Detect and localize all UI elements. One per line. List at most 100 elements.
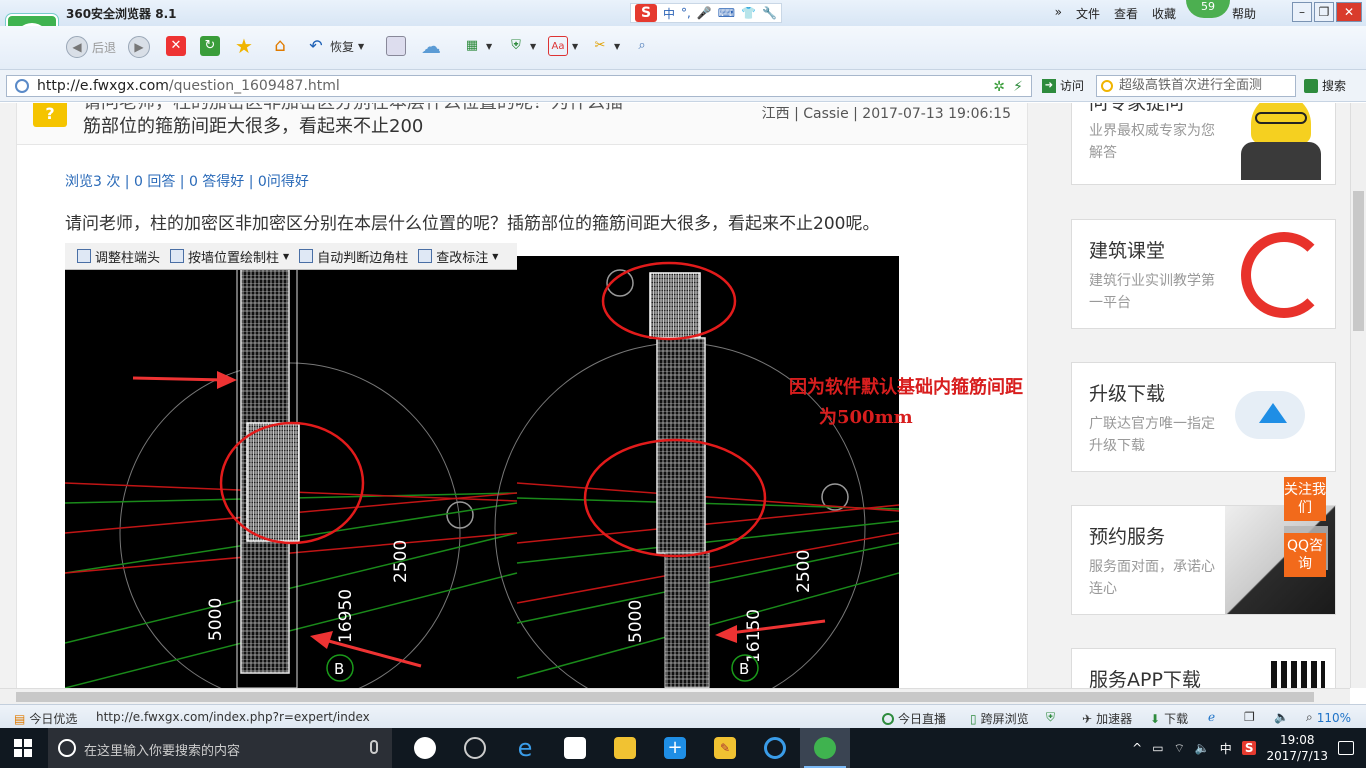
sidebar-card-download[interactable]: 升级下载 广联达官方唯一指定升级下载 [1071, 362, 1336, 472]
visit-label: 访问 [1060, 79, 1085, 93]
wifi-icon[interactable]: ⌔ [1174, 741, 1185, 756]
taskbar-search[interactable]: 在这里输入你要搜索的内容 [48, 728, 392, 768]
sidebar-card-ask-expert[interactable]: 问专家提问 业界最权威专家为您解答 [1071, 103, 1336, 185]
microphone-icon[interactable] [370, 740, 378, 754]
speaker-icon[interactable]: 🔈 [1195, 741, 1210, 755]
ime-toolbar[interactable]: S 中 °, 🎤 ⌨ 👕 🔧 [630, 3, 783, 23]
taskbar-app-explorer[interactable] [600, 728, 650, 768]
cross-screen-button[interactable]: ▯ 跨屏浏览 [970, 710, 1029, 727]
home-button[interactable]: ⌂ [270, 36, 290, 56]
horizontal-scrollbar[interactable] [0, 688, 1350, 704]
ime-mode[interactable]: 中 [663, 5, 675, 22]
reload-address-icon[interactable]: ✲ [993, 77, 1005, 97]
favorite-button[interactable]: ★ [234, 36, 254, 56]
zoom-level[interactable]: ⌕ 110% [1306, 710, 1351, 725]
sidebar-card-course[interactable]: 建筑课堂 建筑行业实训教学第一平台 [1071, 219, 1336, 329]
ie-mode-icon[interactable]: ℯ [1208, 710, 1215, 724]
window-list-icon[interactable]: ❐ [1244, 710, 1255, 724]
question-meta: 江西 | Cassie | 2017-07-13 19:06:15 [762, 103, 1011, 123]
shirt-icon[interactable]: 👕 [741, 6, 756, 20]
cloud-button[interactable]: ☁ [416, 36, 446, 56]
windows-start-icon[interactable] [14, 739, 32, 757]
back-button[interactable]: ◀ 后退 [66, 36, 116, 58]
menu-more-icon[interactable]: » [1055, 5, 1062, 22]
restore-button[interactable]: ❐ [1314, 2, 1334, 22]
volume-icon[interactable]: 🔈 [1274, 710, 1289, 724]
axis-label-right: B [739, 660, 749, 678]
adjust-column-end-tool[interactable]: 调整柱端头 [77, 247, 160, 266]
stop-icon: ✕ [166, 36, 186, 56]
browser-360-icon [814, 737, 836, 759]
live-button[interactable]: 今日直播 [882, 710, 946, 727]
taskbar-app-swirl[interactable] [450, 728, 500, 768]
visit-button[interactable]: ➜ 访问 [1042, 77, 1084, 94]
qr-code-icon [1271, 661, 1325, 688]
status-bar: ▤ 今日优选 http://e.fwxgx.com/index.php?r=exp… [0, 704, 1366, 728]
taskbar-app-g[interactable] [750, 728, 800, 768]
menu-help[interactable]: 帮助 [1232, 5, 1256, 22]
address-row: http://e.fwxgx.com/question_1609487.html… [0, 70, 1366, 102]
tray-expand-icon[interactable]: ^ [1132, 741, 1142, 755]
tray-ime[interactable]: 中 [1220, 740, 1232, 757]
keyboard-icon[interactable]: ⌨ [718, 6, 735, 20]
wrench-icon[interactable]: 🔧 [762, 6, 777, 20]
restore-tab-button[interactable]: ↶ 恢复 ▼ [306, 36, 364, 56]
taskbar-app-store[interactable] [550, 728, 600, 768]
vertical-scrollbar[interactable] [1350, 103, 1366, 688]
speed-mode-icon[interactable]: ⚡ [1013, 77, 1023, 97]
refresh-button[interactable]: ↻ [200, 36, 220, 56]
download-button[interactable]: ⬇ 下载 [1150, 710, 1188, 727]
microphone-icon[interactable]: 🎤 [697, 6, 712, 20]
ime-punct[interactable]: °, [681, 6, 691, 20]
card-desc: 建筑行业实训教学第一平台 [1089, 273, 1215, 311]
stop-button[interactable]: ✕ [166, 36, 186, 56]
security-button[interactable]: ⛨ ▼ [506, 36, 536, 56]
notification-icon[interactable] [1338, 741, 1354, 755]
apps-button[interactable]: ▦ ▼ [462, 36, 492, 56]
left-column [236, 262, 300, 688]
search-button[interactable]: 搜索 [1304, 77, 1346, 94]
horizontal-scroll-thumb[interactable] [16, 692, 1314, 702]
menu-view[interactable]: 查看 [1114, 5, 1138, 22]
magnifier-icon: ⌕ [638, 38, 646, 53]
forward-button[interactable]: ▶ [128, 36, 150, 58]
follow-us-button[interactable]: 关注我们 [1284, 477, 1326, 521]
minimize-button[interactable]: – [1292, 2, 1312, 22]
auto-corner-tool[interactable]: 自动判断边角柱 [299, 247, 408, 266]
question-image[interactable]: 5000 16950 2500 B 5000 16150 2500 B 调整柱端… [65, 243, 899, 688]
vertical-scroll-thumb[interactable] [1353, 191, 1364, 331]
clock[interactable]: 19:08 2017/7/13 [1266, 732, 1328, 764]
dropdown-icon: ▼ [358, 41, 365, 51]
screenshot-button[interactable]: ✂ ▼ [590, 36, 621, 56]
status-security-icon[interactable]: ⛨ [1046, 710, 1055, 725]
taskbar-app-360browser[interactable] [800, 728, 850, 768]
translate-button[interactable]: Aa ▼ [548, 36, 578, 56]
menu-favorites[interactable]: 收藏 [1152, 5, 1176, 22]
sidebar-card-app[interactable]: 服务APP下载 [1071, 648, 1336, 688]
taskbar-app-pinwheel[interactable] [400, 728, 450, 768]
taskbar-app-notes[interactable]: ✎ [700, 728, 750, 768]
question-stats[interactable]: 浏览3 次 | 0 回答 | 0 答得好 | 0问得好 [65, 171, 309, 191]
taskbar-app-plus[interactable]: + [650, 728, 700, 768]
edit-annotation-tool[interactable]: 查改标注 ▼ [418, 247, 498, 266]
qq-consult-button[interactable]: QQ咨询 [1284, 533, 1326, 577]
sogou-tray-icon[interactable]: S [1241, 741, 1257, 755]
accelerator-button[interactable]: ✈ 加速器 [1082, 710, 1132, 727]
cloud-icon: ☁ [421, 34, 441, 58]
search-input[interactable]: 超级高铁首次进行全面测 [1096, 75, 1296, 97]
close-button[interactable]: ✕ [1336, 2, 1362, 22]
phone-button[interactable] [386, 36, 406, 56]
address-bar[interactable]: http://e.fwxgx.com/question_1609487.html… [6, 75, 1032, 97]
clock-date: 2017/7/13 [1266, 749, 1328, 763]
annotate-icon [418, 249, 433, 263]
draw-by-wall-tool[interactable]: 按墙位置绘制柱 ▼ [170, 247, 289, 266]
menu-file[interactable]: 文件 [1076, 5, 1100, 22]
taskbar-app-edge[interactable]: e [500, 728, 550, 768]
status-url-text: http://e.fwxgx.com/index.php?r=expert/in… [96, 710, 370, 724]
sogou-ime-icon[interactable]: S [635, 4, 657, 22]
battery-icon[interactable]: ▭ [1152, 741, 1163, 755]
today-picks-button[interactable]: ▤ 今日优选 [14, 710, 77, 727]
forward-arrow-icon: ▶ [128, 36, 150, 58]
undo-icon: ↶ [309, 36, 323, 55]
zoom-button[interactable]: ⌕ [632, 36, 652, 56]
